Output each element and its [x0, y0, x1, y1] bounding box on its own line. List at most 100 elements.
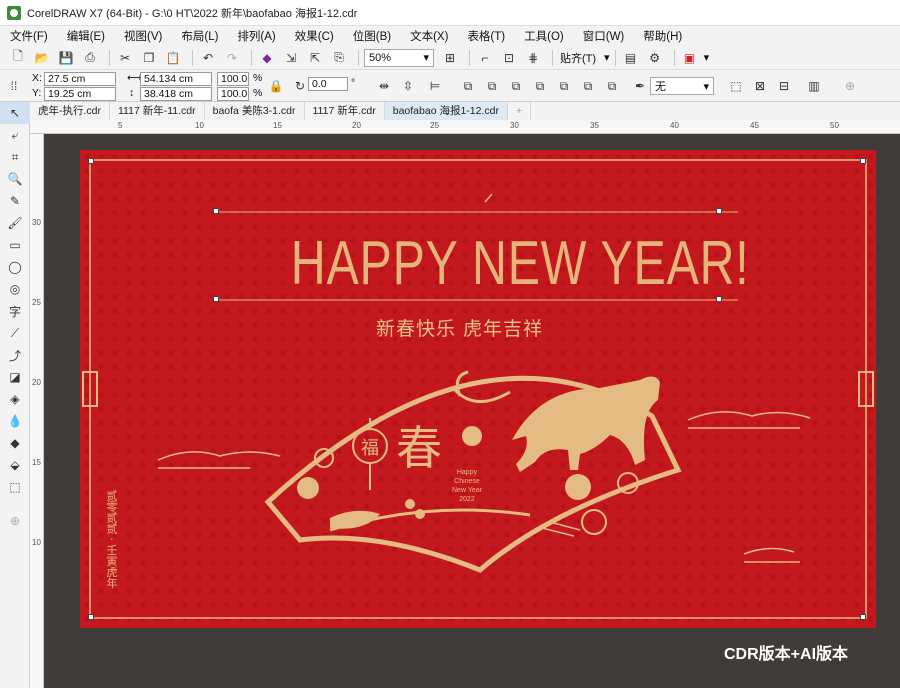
print-icon[interactable]: ⎙ — [80, 49, 100, 67]
rotation-angle-field[interactable]: 0.0 — [308, 77, 348, 91]
options-icon[interactable]: ▤ — [621, 49, 641, 67]
tab-document[interactable]: baofa 美陈3-1.cdr — [205, 102, 305, 120]
welcome-screen-icon[interactable]: ▣ — [680, 49, 700, 67]
tab-document[interactable]: 1117 新年-11.cdr — [110, 102, 205, 120]
menu-arrange[interactable]: 排列(A) — [237, 28, 275, 44]
selection-handle[interactable] — [860, 614, 866, 620]
menu-bitmaps[interactable]: 位图(B) — [353, 28, 391, 44]
snap-to-menu[interactable]: 贴齐(T) — [560, 50, 596, 66]
selection-handle[interactable] — [213, 208, 219, 214]
mirror-vertical-icon[interactable]: ⇳ — [398, 77, 418, 95]
undo-icon[interactable]: ↶ — [198, 49, 218, 67]
selection-handle[interactable] — [716, 208, 722, 214]
full-screen-icon[interactable]: ⊞ — [440, 49, 460, 67]
trim-icon[interactable]: ⧉ — [506, 77, 526, 95]
shape-tool-icon[interactable]: ⤶ — [0, 124, 30, 146]
smart-fill-icon[interactable]: ⬙ — [0, 454, 30, 476]
outline-width-select[interactable]: 无 ▾ — [650, 77, 714, 95]
menu-edit[interactable]: 编辑(E) — [67, 28, 105, 44]
side-vertical-text[interactable]: 贰零贰贰 · 壬寅虎年 — [103, 490, 119, 589]
convert-to-curves-icon[interactable]: ⊟ — [774, 77, 794, 95]
artistic-media-icon[interactable]: 🖌 — [0, 212, 30, 234]
mirror-horizontal-icon[interactable]: ⇹ — [374, 77, 394, 95]
rotate-icon[interactable]: ↻ — [290, 77, 310, 95]
search-content-icon[interactable]: ◆ — [257, 49, 277, 67]
show-grid-icon[interactable]: ⊡ — [499, 49, 519, 67]
back-minus-front-icon[interactable]: ⧉ — [602, 77, 622, 95]
add-tab-icon[interactable]: + — [508, 102, 532, 120]
width-field[interactable]: 54.134 cm — [140, 72, 212, 86]
selection-handle[interactable] — [88, 158, 94, 164]
intersect-icon[interactable]: ⧉ — [530, 77, 550, 95]
freehand-tool-icon[interactable]: ✎ — [0, 190, 30, 212]
eyedropper-icon[interactable]: 💧 — [0, 410, 30, 432]
x-position-field[interactable]: 27.5 cm — [44, 72, 116, 86]
vertical-ruler[interactable]: 30 25 20 15 10 — [30, 134, 44, 688]
lock-ratio-icon[interactable]: 🔒 — [266, 77, 286, 95]
outline-pen-icon[interactable]: ✒ — [630, 77, 650, 95]
zoom-level-select[interactable]: 50% ▾ — [364, 48, 434, 67]
app-launcher-icon[interactable]: ⚙ — [645, 49, 665, 67]
object-origin-icon[interactable]: ⁞⁞ — [4, 77, 24, 95]
scale-y-field[interactable]: 100.0 — [217, 87, 249, 101]
text-tool-icon[interactable]: 字 — [0, 300, 30, 322]
selection-handle[interactable] — [860, 158, 866, 164]
interactive-fill-icon[interactable]: ◆ — [0, 432, 30, 454]
export-icon[interactable]: ⇱ — [305, 49, 325, 67]
combine-icon[interactable]: ⧉ — [458, 77, 478, 95]
publish-pdf-icon[interactable]: ⎘ — [329, 49, 349, 67]
headline-text[interactable]: HAPPY NEW YEAR! — [291, 228, 749, 299]
selection-handle[interactable] — [213, 296, 219, 302]
weld-icon[interactable]: ⧉ — [482, 77, 502, 95]
add-icon[interactable]: ⊕ — [840, 77, 860, 95]
save-icon[interactable]: 💾 — [56, 49, 76, 67]
show-guidelines-icon[interactable]: ⋕ — [523, 49, 543, 67]
selection-handle[interactable] — [716, 296, 722, 302]
create-boundary-icon[interactable]: ⬚ — [726, 77, 746, 95]
menu-window[interactable]: 窗口(W) — [583, 28, 625, 44]
crop-tool-icon[interactable]: ⌗ — [0, 146, 30, 168]
menu-help[interactable]: 帮助(H) — [643, 28, 682, 44]
tab-document[interactable]: 1117 新年.cdr — [305, 102, 385, 120]
front-minus-back-icon[interactable]: ⧉ — [578, 77, 598, 95]
pick-tool-icon[interactable]: ↖ — [0, 102, 30, 124]
zoom-tool-icon[interactable]: 🔍 — [0, 168, 30, 190]
menu-text[interactable]: 文本(X) — [410, 28, 448, 44]
menu-layout[interactable]: 布局(L) — [181, 28, 218, 44]
subhead-text[interactable]: 新春快乐 虎年吉祥 — [376, 314, 543, 341]
poster-artboard[interactable]: HAPPY NEW YEAR! 新春快乐 虎年吉祥 福 春 Happy Chin… — [80, 150, 876, 628]
cut-icon[interactable]: ✂ — [115, 49, 135, 67]
drop-shadow-icon[interactable]: ◪ — [0, 366, 30, 388]
parallel-dimension-icon[interactable]: ⟋ — [0, 322, 30, 344]
add-tool-icon[interactable]: ⊕ — [0, 510, 30, 532]
break-apart-icon[interactable]: ⊠ — [750, 77, 770, 95]
scale-x-field[interactable]: 100.0 — [217, 72, 249, 86]
menu-tools[interactable]: 工具(O) — [524, 28, 564, 44]
chun-character[interactable]: 春 — [396, 412, 442, 478]
menu-view[interactable]: 视图(V) — [124, 28, 162, 44]
tab-document[interactable]: 虎年-执行.cdr — [30, 102, 110, 120]
selection-handle[interactable] — [88, 614, 94, 620]
outline-tool-icon[interactable]: ⬚ — [0, 476, 30, 498]
fu-character[interactable]: 福 — [361, 434, 379, 460]
simplify-icon[interactable]: ⧉ — [554, 77, 574, 95]
height-field[interactable]: 38.418 cm — [140, 87, 212, 101]
redo-icon[interactable]: ↷ — [222, 49, 242, 67]
menu-table[interactable]: 表格(T) — [467, 28, 505, 44]
align-icon[interactable]: ⊨ — [425, 77, 445, 95]
new-document-icon[interactable]: 🗋 — [8, 49, 28, 67]
copy-icon[interactable]: ❐ — [139, 49, 159, 67]
paste-icon[interactable]: 📋 — [163, 49, 183, 67]
rectangle-tool-icon[interactable]: ▭ — [0, 234, 30, 256]
wrap-text-icon[interactable]: ▥ — [804, 77, 824, 95]
show-rulers-icon[interactable]: ⌐ — [475, 49, 495, 67]
horizontal-ruler[interactable]: 5 10 15 20 25 30 35 40 45 50 — [30, 120, 900, 134]
y-position-field[interactable]: 19.25 cm — [44, 87, 116, 101]
polygon-tool-icon[interactable]: ◎ — [0, 278, 30, 300]
connector-tool-icon[interactable]: ⤴ — [0, 344, 30, 366]
import-icon[interactable]: ⇲ — [281, 49, 301, 67]
menu-file[interactable]: 文件(F) — [10, 28, 48, 44]
tab-document-active[interactable]: baofabao 海报1-12.cdr — [384, 102, 508, 120]
open-folder-icon[interactable]: 📂 — [32, 49, 52, 67]
menu-effects[interactable]: 效果(C) — [295, 28, 334, 44]
